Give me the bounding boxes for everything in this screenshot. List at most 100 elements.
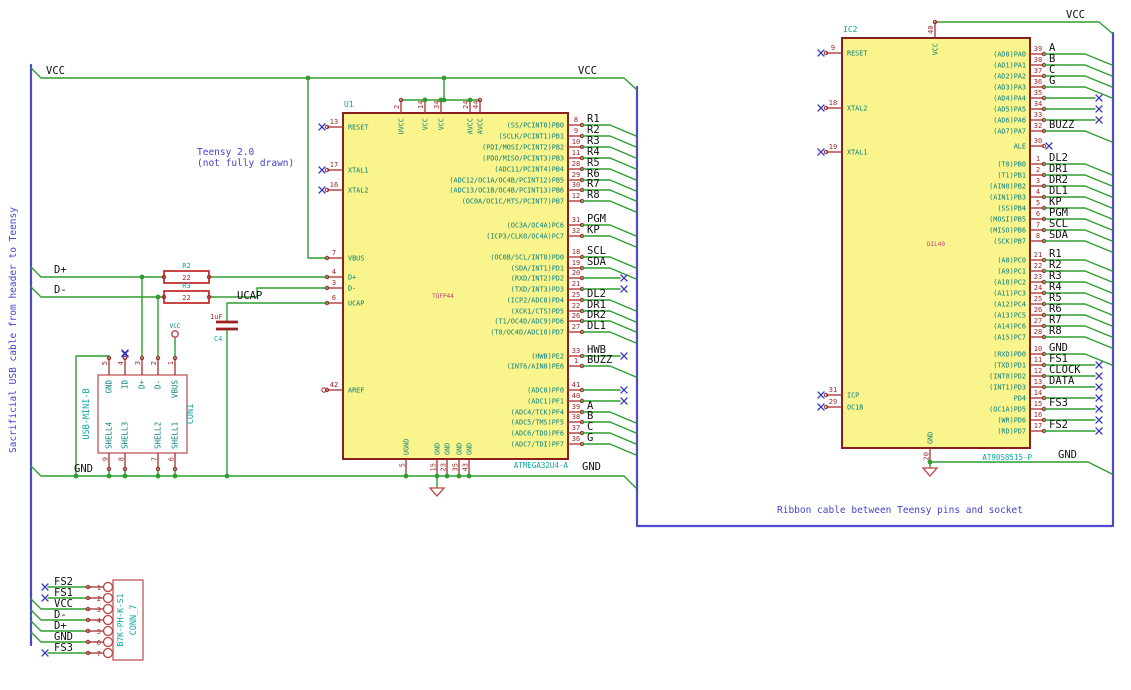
pin-number: 14 bbox=[1034, 389, 1042, 397]
no-connect-icon bbox=[318, 123, 326, 131]
pin-name: XTAL2 bbox=[348, 187, 368, 195]
pin-number: 8 bbox=[118, 457, 126, 461]
resistor-reference: R2 bbox=[182, 262, 190, 270]
connector-pad bbox=[102, 581, 114, 593]
pin-name: (AIN1)PB3 bbox=[989, 194, 1026, 202]
pin-number: 2 bbox=[150, 361, 158, 365]
pin-name: AVCC bbox=[467, 118, 475, 134]
schematic-page: U1 ATMEGA32U4-A TQFP44 13 RESET 17 XTAL1 16 XTAL… bbox=[0, 0, 1131, 690]
pin-number: 35 bbox=[1034, 89, 1042, 97]
pin-number: 16 bbox=[1034, 411, 1042, 419]
pin-number: 30 bbox=[572, 181, 580, 189]
pin-number: 5 bbox=[1036, 199, 1040, 207]
pin-name: VBUS bbox=[171, 380, 180, 399]
junction-dot bbox=[403, 473, 409, 479]
pin-name: XTAL2 bbox=[847, 105, 867, 113]
pin-number: 7 bbox=[151, 457, 159, 461]
pin-name: GND bbox=[444, 443, 452, 455]
connector-pad bbox=[102, 614, 114, 626]
net-label: GND bbox=[74, 463, 93, 475]
pin-number: 9 bbox=[574, 127, 578, 135]
pin-number: 1 bbox=[167, 361, 175, 365]
wire-segment bbox=[929, 461, 1113, 475]
pin-name: (AD2)PA2 bbox=[993, 73, 1026, 81]
pin-name: (ICP2/ADC8)PD4 bbox=[507, 297, 564, 305]
pin-number: 38 bbox=[572, 413, 580, 421]
pin-name: SHELL2 bbox=[154, 422, 163, 449]
junction-dot bbox=[305, 75, 311, 81]
pin-number: 13 bbox=[330, 118, 338, 126]
pin-name: XTAL1 bbox=[847, 149, 867, 157]
net-label: UCAP bbox=[237, 290, 262, 302]
pin-number: 10 bbox=[1034, 345, 1042, 353]
junction-dot bbox=[155, 473, 161, 479]
no-connect-icon bbox=[1095, 372, 1103, 380]
pin-name: D- bbox=[154, 380, 163, 389]
pin-number: 3 bbox=[1036, 177, 1040, 185]
pin-name: (ADC12/OC1A/OC4B/PCINT12)PB5 bbox=[449, 177, 564, 185]
pin-name: ID bbox=[121, 380, 130, 390]
pin-number: 9 bbox=[831, 44, 835, 52]
no-connect-icon bbox=[620, 397, 628, 405]
gnd-power-icon bbox=[921, 467, 939, 477]
no-connect-icon bbox=[1095, 116, 1103, 124]
resistor-value: 22 bbox=[182, 294, 190, 302]
pin-name: (SDA/INT1)PD1 bbox=[511, 265, 564, 273]
resistor-value: 22 bbox=[182, 274, 190, 282]
vcc-power-icon bbox=[171, 330, 179, 338]
pin-number: 11 bbox=[572, 149, 580, 157]
pin-number: 16 bbox=[330, 181, 338, 189]
pin-number: 13 bbox=[1034, 378, 1042, 386]
pin-name: (RD)PD7 bbox=[997, 428, 1026, 436]
no-connect-icon bbox=[620, 274, 628, 282]
pin-number: 21 bbox=[572, 280, 580, 288]
junction-dot bbox=[172, 473, 178, 479]
ic-footprint: TQFP44 bbox=[432, 293, 454, 300]
keypad-connector-value: B7K-PH-K-S1 bbox=[116, 593, 125, 646]
pin-name: (A14)PC6 bbox=[993, 323, 1026, 331]
resistor-reference: R3 bbox=[182, 282, 190, 290]
pin-number: 15 bbox=[430, 463, 438, 471]
capacitor-reference: C4 bbox=[214, 335, 222, 343]
pin-number: 26 bbox=[1034, 306, 1042, 314]
pin-number: 17 bbox=[1034, 422, 1042, 430]
pin-number: 17 bbox=[330, 161, 338, 169]
net-label: SDA bbox=[1049, 229, 1069, 241]
pin-name: (OC3A/OC4A)PC6 bbox=[507, 222, 564, 230]
no-connect-icon bbox=[817, 403, 825, 411]
pin-name: ICP bbox=[847, 392, 859, 400]
usb-connector-reference: CON1 bbox=[186, 404, 196, 424]
keypad-connector-reference: CONN_7 bbox=[129, 605, 139, 636]
pin-number: 30 bbox=[1034, 137, 1042, 145]
pin-number: 3 bbox=[97, 606, 101, 614]
wire-segment bbox=[1043, 86, 1113, 99]
pin-name: (SS)PB4 bbox=[997, 205, 1026, 213]
pin-name: ALE bbox=[1014, 143, 1026, 151]
net-label: BUZZ bbox=[587, 354, 612, 366]
pin-name: RESET bbox=[348, 124, 368, 132]
pin-name: (AD7)PA7 bbox=[993, 128, 1026, 136]
wire-segment bbox=[581, 200, 637, 213]
pin-name: XTAL1 bbox=[348, 167, 368, 175]
junction-dot bbox=[456, 473, 462, 479]
pin-name: (RXD/INT2)PD2 bbox=[511, 275, 564, 283]
pin-name: (AD3)PA3 bbox=[993, 84, 1026, 92]
pin-number: 20 bbox=[923, 452, 931, 460]
no-connect-icon bbox=[1045, 142, 1053, 150]
pin-name: (A13)PC5 bbox=[993, 312, 1026, 320]
pin-name: (ADC6/TDO)PF6 bbox=[511, 430, 564, 438]
pin-name: (OC0A/OC1C/RTS/PCINT7)PB7 bbox=[462, 198, 564, 206]
net-label: D+ bbox=[54, 264, 67, 276]
pin-number: 2 bbox=[1036, 166, 1040, 174]
pin-name: (XCK1/CTS)PD5 bbox=[511, 308, 564, 316]
net-label: GND bbox=[582, 461, 601, 473]
no-connect-icon bbox=[1095, 361, 1103, 369]
net-label: G bbox=[587, 432, 593, 444]
pin-number: 8 bbox=[574, 116, 578, 124]
pin-name: VCC bbox=[438, 118, 446, 130]
net-label: FS3 bbox=[1049, 397, 1068, 409]
junction-dot bbox=[927, 459, 933, 465]
no-connect-icon bbox=[1095, 94, 1103, 102]
wire-segment bbox=[30, 286, 165, 298]
pin-number: 5 bbox=[101, 361, 109, 365]
